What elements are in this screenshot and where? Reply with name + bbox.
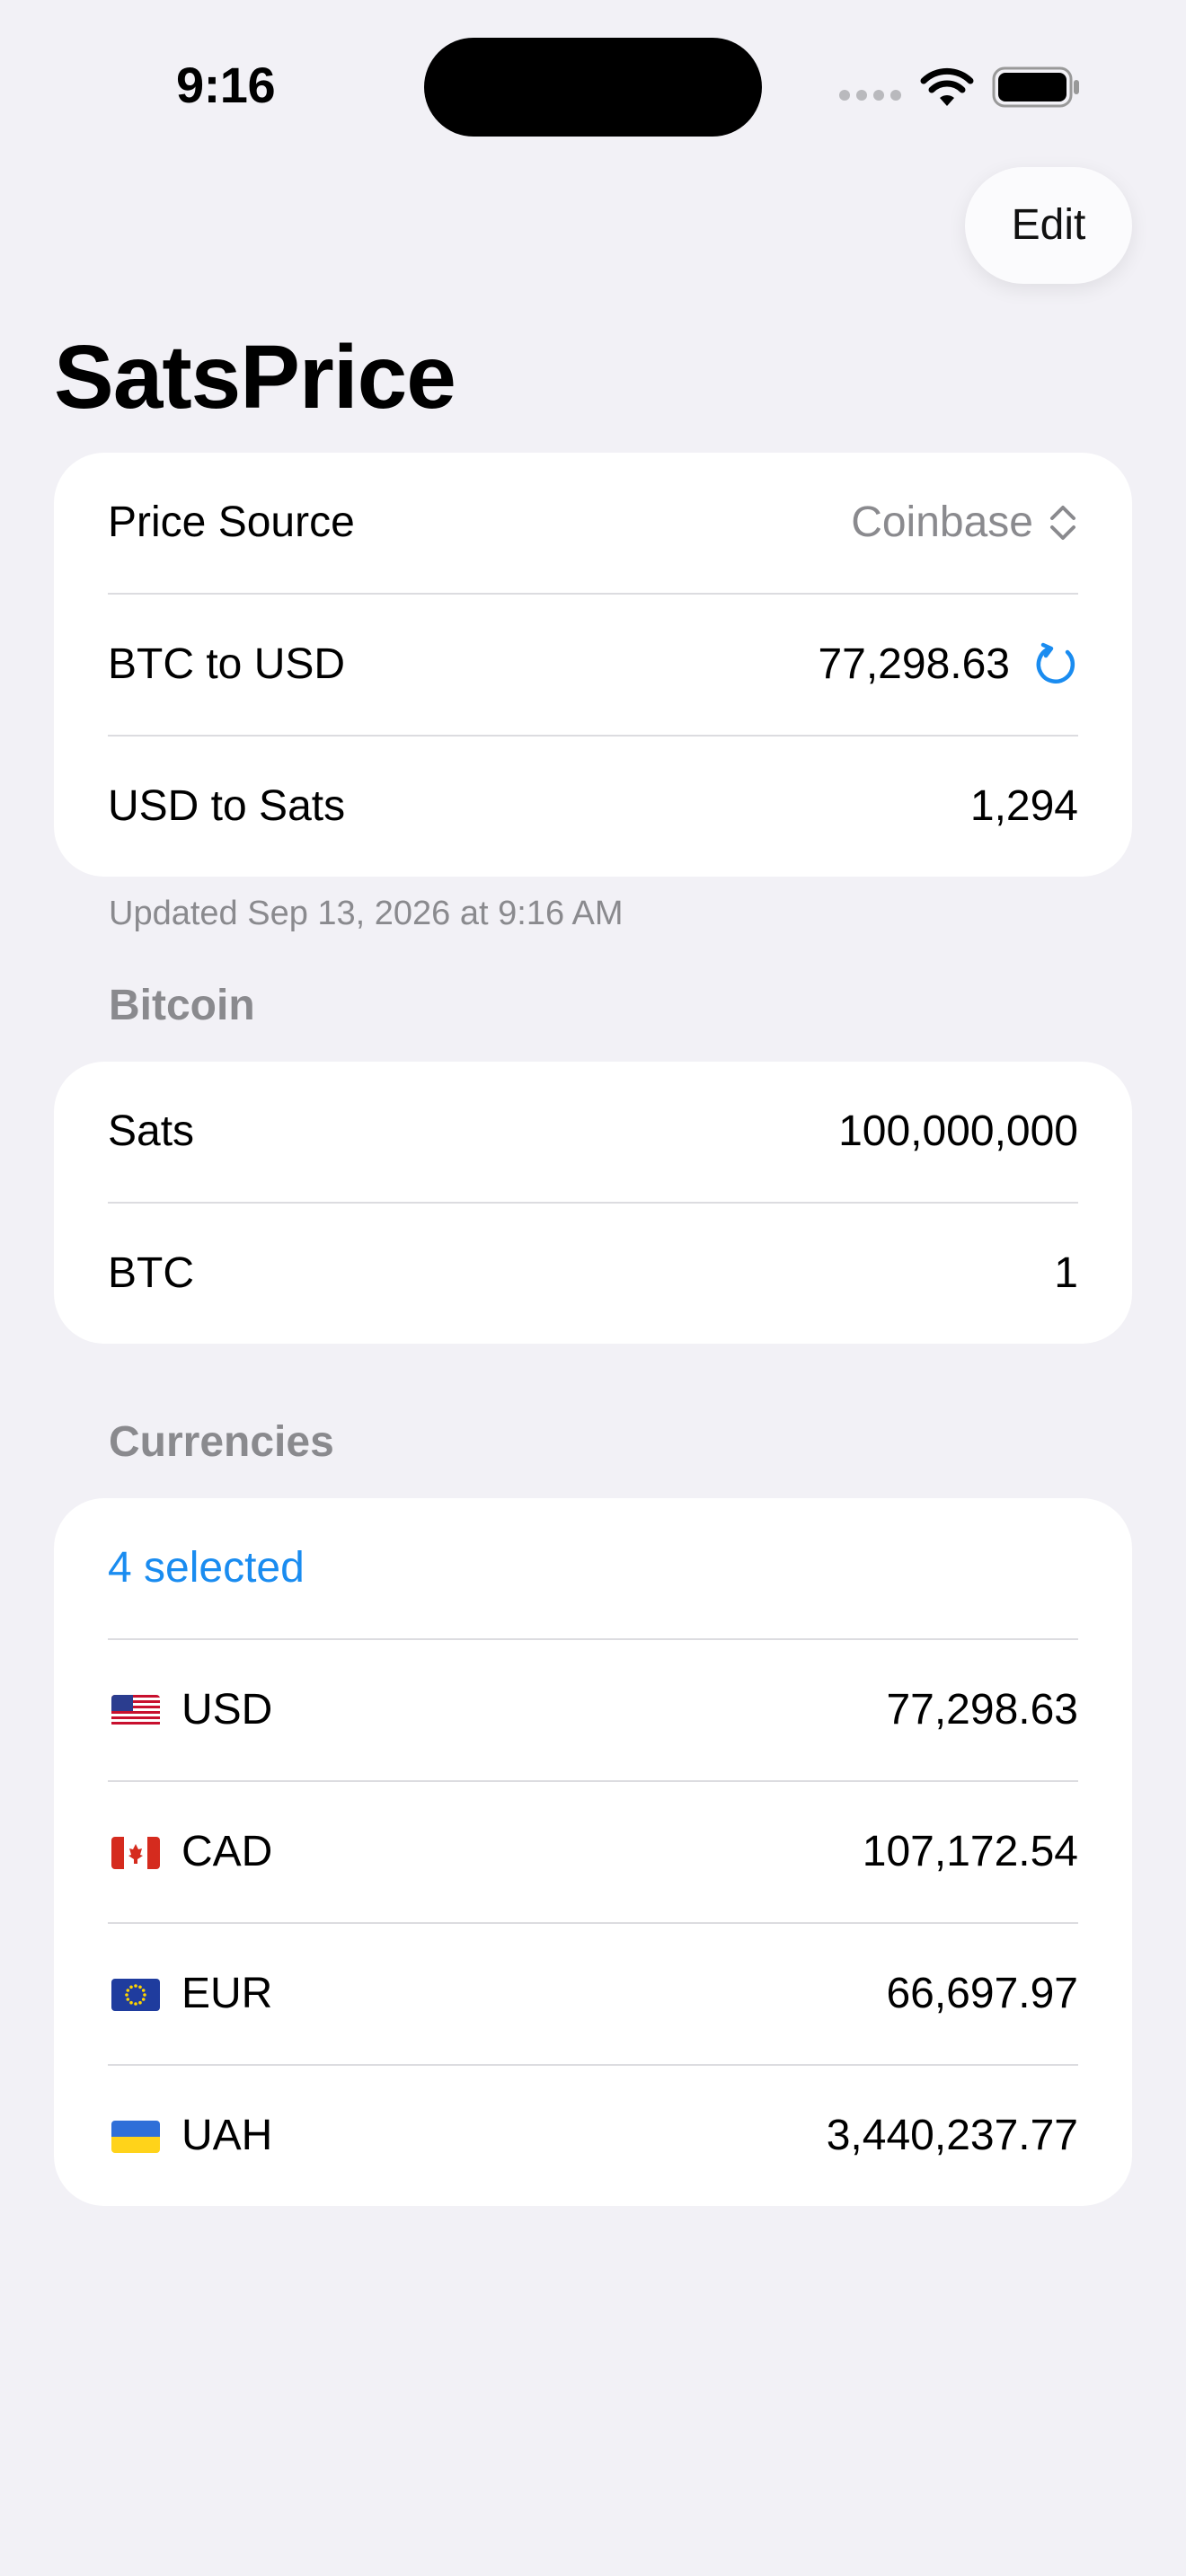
currency-code: CAD [181,1828,273,1875]
price-source-row[interactable]: Price Source Coinbase [108,453,1078,595]
us-flag-icon [111,1695,160,1727]
currency-code: USD [181,1686,273,1734]
price-card: Price Source Coinbase BTC to USD 77,298.… [54,453,1132,877]
btc-label: BTC [108,1249,194,1297]
usd-to-sats-row: USD to Sats 1,294 [108,737,1078,877]
price-source-label: Price Source [108,498,355,546]
currency-row: EUR 66,697.97 [108,1924,1078,2066]
battery-icon [992,66,1079,108]
selected-currencies-link[interactable]: 4 selected [108,1498,305,1638]
currencies-card: 4 selected USD 77,298.63 CAD 107,172.54 [54,1498,1132,2206]
edit-button[interactable]: Edit [965,167,1132,284]
btc-to-usd-value: 77,298.63 [818,640,1010,688]
currency-code: EUR [181,1970,273,2017]
sats-value: 100,000,000 [838,1107,1078,1155]
btc-to-usd-row: BTC to USD 77,298.63 [108,595,1078,737]
sats-row: Sats 100,000,000 [108,1062,1078,1204]
currency-row: USD 77,298.63 [108,1640,1078,1782]
currency-value: 66,697.97 [886,1970,1078,2017]
status-time: 9:16 [176,57,276,113]
usd-to-sats-value: 1,294 [969,782,1078,830]
page-title: SatsPrice [54,327,456,428]
currency-code: UAH [181,2112,273,2159]
eu-flag-icon [111,1979,160,2011]
chevron-updown-icon[interactable] [1048,501,1078,544]
btc-to-usd-label: BTC to USD [108,640,346,688]
price-source-picker[interactable]: Coinbase [851,453,1033,593]
wifi-icon [920,67,974,106]
ua-flag-icon [111,2121,160,2153]
bitcoin-section-header: Bitcoin [109,982,255,1029]
sats-label: Sats [108,1107,195,1155]
currency-value: 107,172.54 [862,1828,1078,1875]
btc-row: BTC 1 [108,1204,1078,1344]
currency-row: CAD 107,172.54 [108,1782,1078,1924]
bitcoin-card: Sats 100,000,000 BTC 1 [54,1062,1132,1344]
status-icons [839,63,1082,113]
currency-value: 77,298.63 [886,1686,1078,1734]
refresh-icon[interactable] [1031,641,1078,688]
currency-row: UAH 3,440,237.77 [108,2066,1078,2206]
updated-timestamp: Updated Sep 13, 2026 at 9:16 AM [109,895,624,932]
currencies-section-header: Currencies [109,1418,334,1466]
signal-icon [839,90,902,101]
dynamic-island [424,38,762,137]
btc-value: 1 [1054,1249,1078,1297]
usd-to-sats-label: USD to Sats [108,782,346,830]
currency-value: 3,440,237.77 [826,2112,1078,2159]
selected-currencies-row[interactable]: 4 selected [108,1498,1078,1640]
ca-flag-icon [111,1837,160,1869]
